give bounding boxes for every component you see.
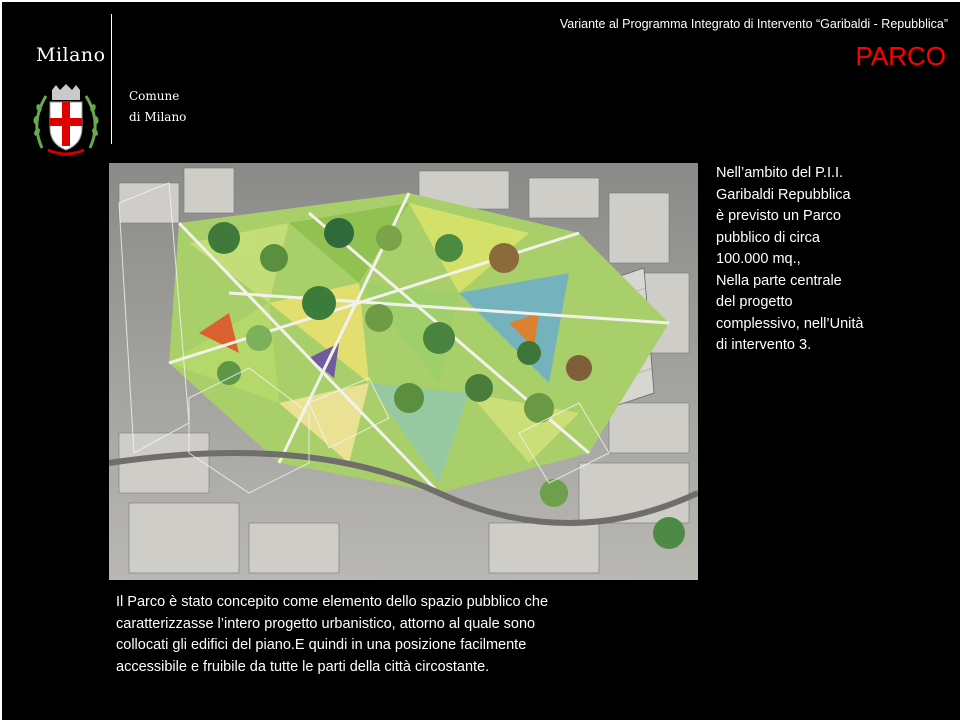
slide: Milano Comune di Milano Variante al Prog… [0, 0, 960, 720]
side-line: del progetto [716, 294, 793, 310]
side-description: Nell’ambito del P.I.I. Garibaldi Repubbl… [716, 163, 926, 357]
side-line: 100.000 mq., [716, 251, 801, 267]
header-title: Variante al Programma Integrato di Inter… [559, 17, 948, 31]
bottom-line: collocati gli edifici del piano.E quindi… [116, 637, 527, 654]
comune-line-1: Comune [129, 89, 180, 103]
bottom-line: caratterizzasse l’intero progetto urbani… [116, 615, 536, 632]
frame-left [0, 0, 2, 720]
side-line: Nell’ambito del P.I.I. [716, 165, 844, 181]
milano-crest-icon [33, 84, 99, 156]
side-line: complessivo, nell’Unità [716, 315, 864, 332]
comune-line-2: di Milano [129, 110, 187, 124]
side-line: Garibaldi Repubblica [716, 186, 851, 203]
side-line: pubblico di circa [716, 229, 820, 246]
bottom-line: accessibile e fruibile da tutte le parti… [116, 658, 490, 675]
bottom-line: Il Parco è stato concepito come elemento… [116, 594, 549, 610]
side-line: di intervento 3. [716, 337, 812, 353]
side-line: Nella parte centrale [716, 272, 842, 289]
bottom-description: Il Parco è stato concepito come elemento… [116, 592, 692, 678]
frame-top [0, 0, 960, 2]
park-aerial-image [109, 163, 698, 580]
side-line: è previsto un Parco [716, 208, 841, 224]
comune-di-milano: Comune di Milano [129, 86, 186, 128]
milano-logo: Milano [36, 44, 106, 66]
logo-divider [111, 14, 112, 144]
section-title: PARCO [855, 41, 946, 71]
